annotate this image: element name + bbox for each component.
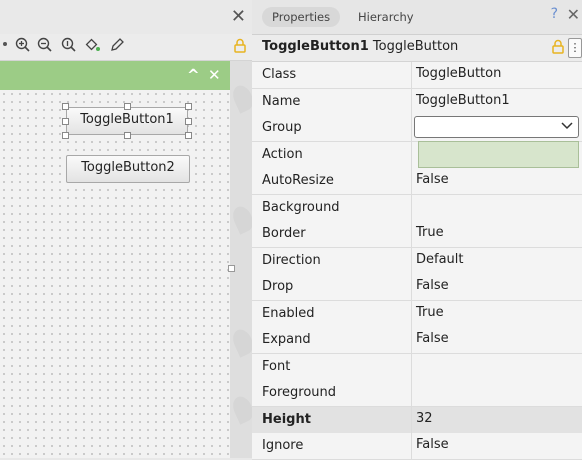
object-type: ToggleButton — [372, 39, 459, 54]
tab-hierarchy[interactable]: Hierarchy — [348, 7, 424, 27]
selection-handle[interactable] — [185, 132, 192, 139]
property-name: Expand — [262, 332, 311, 347]
help-icon[interactable]: ? — [551, 6, 558, 22]
property-value-cell[interactable]: False — [411, 433, 582, 459]
property-value-cell[interactable]: True — [411, 221, 582, 247]
property-value-cell[interactable]: ToggleButton1 — [411, 88, 582, 115]
properties-tab-bar: Properties Hierarchy ? ✕ — [252, 0, 582, 35]
toggle-button-2[interactable]: ToggleButton2 — [66, 155, 190, 183]
selection-handle[interactable] — [185, 118, 192, 125]
toggle-button-1[interactable]: ToggleButton1 — [66, 107, 188, 135]
close-form-icon[interactable]: ✕ — [208, 66, 221, 84]
menu-icon[interactable]: ⋮ — [568, 38, 582, 58]
zoom-in-icon[interactable] — [14, 37, 32, 55]
zoom-out-icon[interactable] — [36, 37, 54, 55]
property-name: Ignore — [262, 438, 304, 453]
property-name: AutoResize — [262, 173, 334, 188]
property-row-class[interactable]: Class ToggleButton — [252, 62, 582, 89]
property-row-drop[interactable]: Drop False — [252, 274, 582, 301]
group-dropdown-list[interactable] — [418, 141, 579, 168]
property-name: Height — [262, 411, 311, 427]
splitter-gutter[interactable] — [229, 61, 257, 458]
property-value: ToggleButton — [416, 66, 502, 81]
property-value: False — [416, 331, 449, 346]
form-window-header: ^ ✕ — [0, 61, 230, 90]
collapse-icon[interactable]: ^ — [187, 66, 200, 84]
property-value-cell[interactable]: False — [411, 168, 582, 194]
toggle-button-1-label: ToggleButton1 — [80, 112, 174, 127]
property-row-background[interactable]: Background — [252, 194, 582, 222]
property-row-ignore[interactable]: Ignore False — [252, 433, 582, 460]
property-name: Action — [262, 146, 303, 162]
lock-icon[interactable] — [234, 38, 246, 57]
close-icon[interactable]: ✕ — [231, 6, 246, 28]
property-name: Direction — [262, 252, 321, 268]
property-name: Font — [262, 358, 291, 374]
zoom-reset-icon[interactable] — [60, 37, 78, 55]
paint-icon[interactable] — [84, 37, 102, 55]
object-name: ToggleButton1 — [262, 39, 369, 54]
property-value: True — [416, 225, 444, 240]
property-name: Enabled — [262, 305, 315, 321]
hand-icon[interactable] — [0, 37, 14, 55]
property-value-cell[interactable]: False — [411, 274, 582, 300]
tab-properties[interactable]: Properties — [262, 7, 341, 27]
form-designer-pane: ✕ ^ ✕ ToggleButton1 ToggleButton2 — [0, 0, 257, 458]
form-canvas[interactable]: ToggleButton1 ToggleButton2 — [0, 90, 230, 458]
property-value-cell[interactable]: Default — [411, 247, 582, 274]
property-value: 32 — [416, 410, 433, 426]
property-value: False — [416, 172, 449, 187]
property-value-cell[interactable]: False — [411, 327, 582, 353]
toggle-button-2-label: ToggleButton2 — [81, 160, 175, 175]
property-value-cell[interactable]: ToggleButton — [411, 62, 582, 88]
property-name: Foreground — [262, 385, 337, 400]
selection-handle[interactable] — [185, 103, 192, 110]
pencil-icon[interactable] — [108, 37, 126, 55]
selection-handle[interactable] — [124, 132, 131, 139]
selection-handle[interactable] — [62, 132, 69, 139]
selection-handle[interactable] — [62, 103, 69, 110]
property-name: Name — [262, 93, 301, 109]
property-value-cell[interactable] — [411, 194, 582, 221]
property-name: Border — [262, 226, 306, 241]
property-value: ToggleButton1 — [416, 92, 510, 108]
property-row-foreground[interactable]: Foreground — [252, 380, 582, 407]
property-row-autoresize[interactable]: AutoResize False — [252, 168, 582, 195]
property-value: False — [416, 437, 449, 452]
close-icon[interactable]: ✕ — [567, 5, 580, 24]
property-row-name[interactable]: Name ToggleButton1 — [252, 88, 582, 116]
selected-object-header: ToggleButton1 ToggleButton ⋮ — [252, 35, 582, 62]
property-value-cell[interactable] — [411, 380, 582, 406]
property-row-font[interactable]: Font — [252, 353, 582, 381]
selection-handle[interactable] — [124, 103, 131, 110]
property-value: True — [416, 304, 444, 320]
resize-handle[interactable] — [228, 265, 235, 272]
property-row-border[interactable]: Border True — [252, 221, 582, 248]
property-value-cell[interactable]: True — [411, 300, 582, 327]
group-select[interactable] — [414, 116, 579, 138]
property-value-cell[interactable]: 32 — [411, 406, 582, 433]
property-name: Group — [262, 120, 302, 135]
property-row-enabled[interactable]: Enabled True — [252, 300, 582, 328]
property-row-height[interactable]: Height 32 — [252, 406, 582, 434]
chevron-down-icon — [561, 117, 573, 137]
property-row-expand[interactable]: Expand False — [252, 327, 582, 354]
property-name: Class — [262, 67, 297, 82]
property-row-direction[interactable]: Direction Default — [252, 247, 582, 275]
selection-handle[interactable] — [62, 118, 69, 125]
property-value-cell[interactable] — [411, 353, 582, 380]
property-value: False — [416, 278, 449, 293]
property-name: Background — [262, 199, 340, 215]
property-name: Drop — [262, 279, 294, 294]
properties-pane: Properties Hierarchy ? ✕ ToggleButton1 T… — [252, 0, 582, 460]
designer-tab-bar: ✕ — [0, 0, 252, 35]
lock-icon[interactable] — [552, 39, 564, 58]
object-title: ToggleButton1 ToggleButton — [262, 39, 458, 54]
property-value: Default — [416, 251, 464, 267]
designer-toolbar — [0, 34, 252, 61]
